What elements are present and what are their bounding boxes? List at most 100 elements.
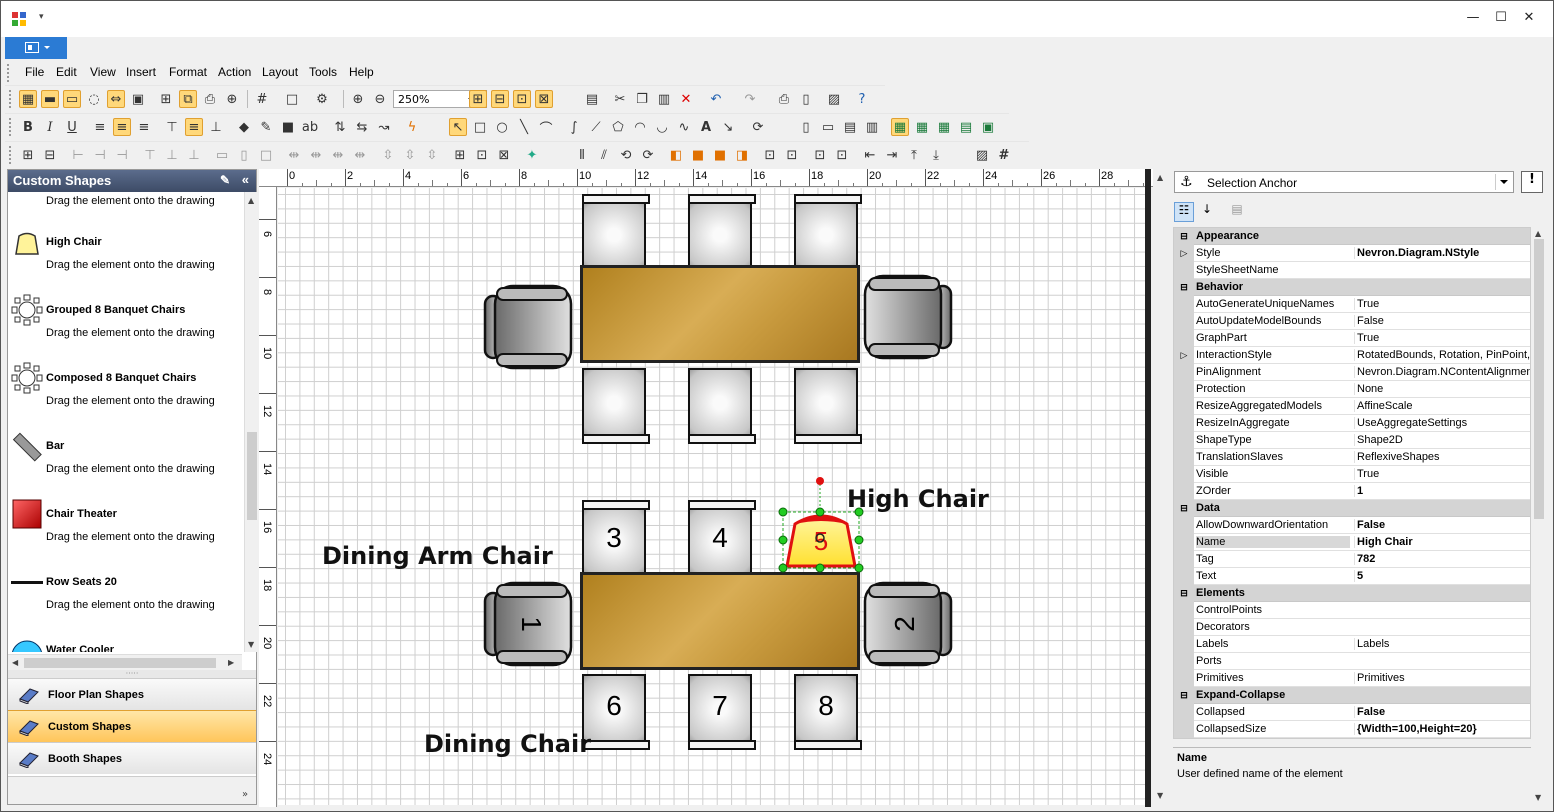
property-value[interactable]: UseAggregateSettings: [1354, 417, 1530, 429]
property-grid-scrollbar[interactable]: ▲ ▼: [1531, 227, 1547, 805]
fit-page-icon[interactable]: ⊡: [761, 146, 779, 164]
property-value[interactable]: Primitives: [1354, 672, 1530, 684]
new-document-icon[interactable]: ▯: [797, 118, 815, 136]
menu-action[interactable]: Action: [218, 65, 251, 79]
closed-curve-tool-icon[interactable]: ◠: [631, 118, 649, 136]
collapse-icon[interactable]: ⊟: [1174, 500, 1194, 517]
property-row[interactable]: Text 5: [1174, 568, 1530, 585]
property-value[interactable]: RotatedBounds, Rotation, PinPoint, S: [1354, 349, 1530, 361]
shapes-horizontal-scrollbar[interactable]: ◀ ▶: [8, 654, 242, 670]
dining-table[interactable]: [580, 572, 860, 670]
expand-icon[interactable]: ▷: [1174, 245, 1194, 262]
polygon-tool-icon[interactable]: ⬠: [609, 118, 627, 136]
menu-tools[interactable]: Tools: [309, 65, 337, 79]
property-category[interactable]: ⊟ Behavior: [1174, 279, 1530, 296]
rectangle-tool-icon[interactable]: □: [471, 118, 489, 136]
quick-access-dropdown-icon[interactable]: ▾: [39, 12, 44, 22]
fit-icon[interactable]: ⇔: [107, 90, 125, 108]
chevron-down-icon[interactable]: [1495, 174, 1511, 190]
property-row[interactable]: AllowDownwardOrientation False: [1174, 517, 1530, 534]
panel-splitter[interactable]: ·····: [8, 670, 256, 678]
property-row[interactable]: PinAlignment Nevron.Diagram.NContentAlign…: [1174, 364, 1530, 381]
zoom-out-icon[interactable]: ⊖: [371, 90, 389, 108]
property-value[interactable]: AffineScale: [1354, 400, 1530, 412]
property-category[interactable]: ⊟ Data: [1174, 500, 1530, 517]
image-export-icon[interactable]: ▨: [825, 90, 843, 108]
connector-1-icon[interactable]: ⇅: [331, 118, 349, 136]
hspace-equal-icon[interactable]: ⇹: [285, 146, 303, 164]
property-row[interactable]: Labels Labels: [1174, 636, 1530, 653]
align-tops-icon[interactable]: ⊤: [141, 146, 159, 164]
move-right-icon[interactable]: ⇥: [883, 146, 901, 164]
delete-icon[interactable]: ✕: [677, 90, 695, 108]
menu-file[interactable]: File: [25, 65, 44, 79]
settings-icon[interactable]: ⚙: [313, 90, 331, 108]
vspace-dec-icon[interactable]: ⇳: [423, 146, 441, 164]
hspace-dec-icon[interactable]: ⇹: [329, 146, 347, 164]
property-row[interactable]: ShapeType Shape2D: [1174, 432, 1530, 449]
property-value[interactable]: High Chair: [1354, 536, 1530, 548]
collapse-icon[interactable]: ⊟: [1174, 585, 1194, 602]
save-as-icon[interactable]: ▥: [863, 118, 881, 136]
toolbar-grip[interactable]: [9, 118, 12, 136]
copy-icon[interactable]: ❐: [633, 90, 651, 108]
property-category[interactable]: ⊟ Appearance: [1174, 228, 1530, 245]
line-color-icon[interactable]: ✎: [257, 118, 275, 136]
italic-icon[interactable]: I: [41, 118, 59, 136]
panel-3-icon[interactable]: ▦: [935, 118, 953, 136]
dining-chair[interactable]: [688, 194, 756, 270]
shape-item-partial[interactable]: Drag the element onto the drawing: [8, 192, 244, 228]
close-button[interactable]: ✕: [1519, 10, 1539, 28]
minimize-button[interactable]: —: [1463, 10, 1483, 28]
fill-icon[interactable]: ◆: [235, 118, 253, 136]
make-same-size-icon[interactable]: □: [257, 146, 275, 164]
lasso-tool-icon[interactable]: ⟳: [749, 118, 767, 136]
panel-2-icon[interactable]: ▦: [913, 118, 931, 136]
menu-view[interactable]: View: [90, 65, 116, 79]
collapse-icon[interactable]: ⊟: [1174, 279, 1194, 296]
undo-icon[interactable]: ↶: [707, 90, 725, 108]
property-value[interactable]: None: [1354, 383, 1530, 395]
dining-arm-chair[interactable]: 1: [483, 581, 573, 667]
property-row[interactable]: TranslationSlaves ReflexiveShapes: [1174, 449, 1530, 466]
property-value[interactable]: False: [1354, 315, 1530, 327]
property-row[interactable]: GraphPart True: [1174, 330, 1530, 347]
property-category[interactable]: ⊟ Expand-Collapse: [1174, 687, 1530, 704]
text-tool-icon[interactable]: A: [697, 118, 715, 136]
more-categories-icon[interactable]: »: [242, 789, 248, 800]
layers-icon[interactable]: ⧉: [179, 90, 197, 108]
scroll-down-icon[interactable]: ▼: [1157, 791, 1163, 800]
grid-hash-icon[interactable]: #: [995, 146, 1013, 164]
shape-item-grouped-banquet[interactable]: Grouped 8 Banquet Chairs Drag the elemen…: [8, 292, 244, 360]
dining-chair[interactable]: [582, 368, 650, 444]
dining-chair[interactable]: [688, 368, 756, 444]
property-pages-button[interactable]: !: [1521, 171, 1543, 193]
pan-icon[interactable]: ⊞: [157, 90, 175, 108]
dining-chair[interactable]: 4: [688, 500, 756, 576]
fit-width-icon[interactable]: ⊡: [783, 146, 801, 164]
open-document-icon[interactable]: ▭: [819, 118, 837, 136]
underline-icon[interactable]: U: [63, 118, 81, 136]
property-value[interactable]: 782: [1354, 553, 1530, 565]
bold-icon[interactable]: B: [19, 118, 37, 136]
connector-2-icon[interactable]: ⇆: [353, 118, 371, 136]
send-back-icon[interactable]: ◨: [733, 146, 751, 164]
new-page-icon[interactable]: □: [283, 90, 301, 108]
align-left-icon[interactable]: ≡: [91, 118, 109, 136]
align-bottoms-icon[interactable]: ⊥: [185, 146, 203, 164]
group-icon[interactable]: ⊞: [19, 146, 37, 164]
move-down-icon[interactable]: ⤓: [927, 146, 945, 164]
property-row[interactable]: StyleSheetName: [1174, 262, 1530, 279]
align-middles-icon[interactable]: ⊥: [163, 146, 181, 164]
layout-2-icon[interactable]: ⊟: [491, 90, 509, 108]
panel-5-icon[interactable]: ▣: [979, 118, 997, 136]
ruler-toggle-icon[interactable]: ▬: [41, 90, 59, 108]
scroll-down-icon[interactable]: ▼: [1535, 793, 1541, 802]
dining-chair[interactable]: 6: [582, 674, 650, 750]
redo-icon[interactable]: ↷: [741, 90, 759, 108]
polyline-tool-icon[interactable]: ⟋: [587, 118, 605, 136]
property-value[interactable]: Shape2D: [1354, 434, 1530, 446]
align-lefts-icon[interactable]: ⊢: [69, 146, 87, 164]
dining-chair[interactable]: [794, 194, 862, 270]
property-value[interactable]: 5: [1354, 570, 1530, 582]
